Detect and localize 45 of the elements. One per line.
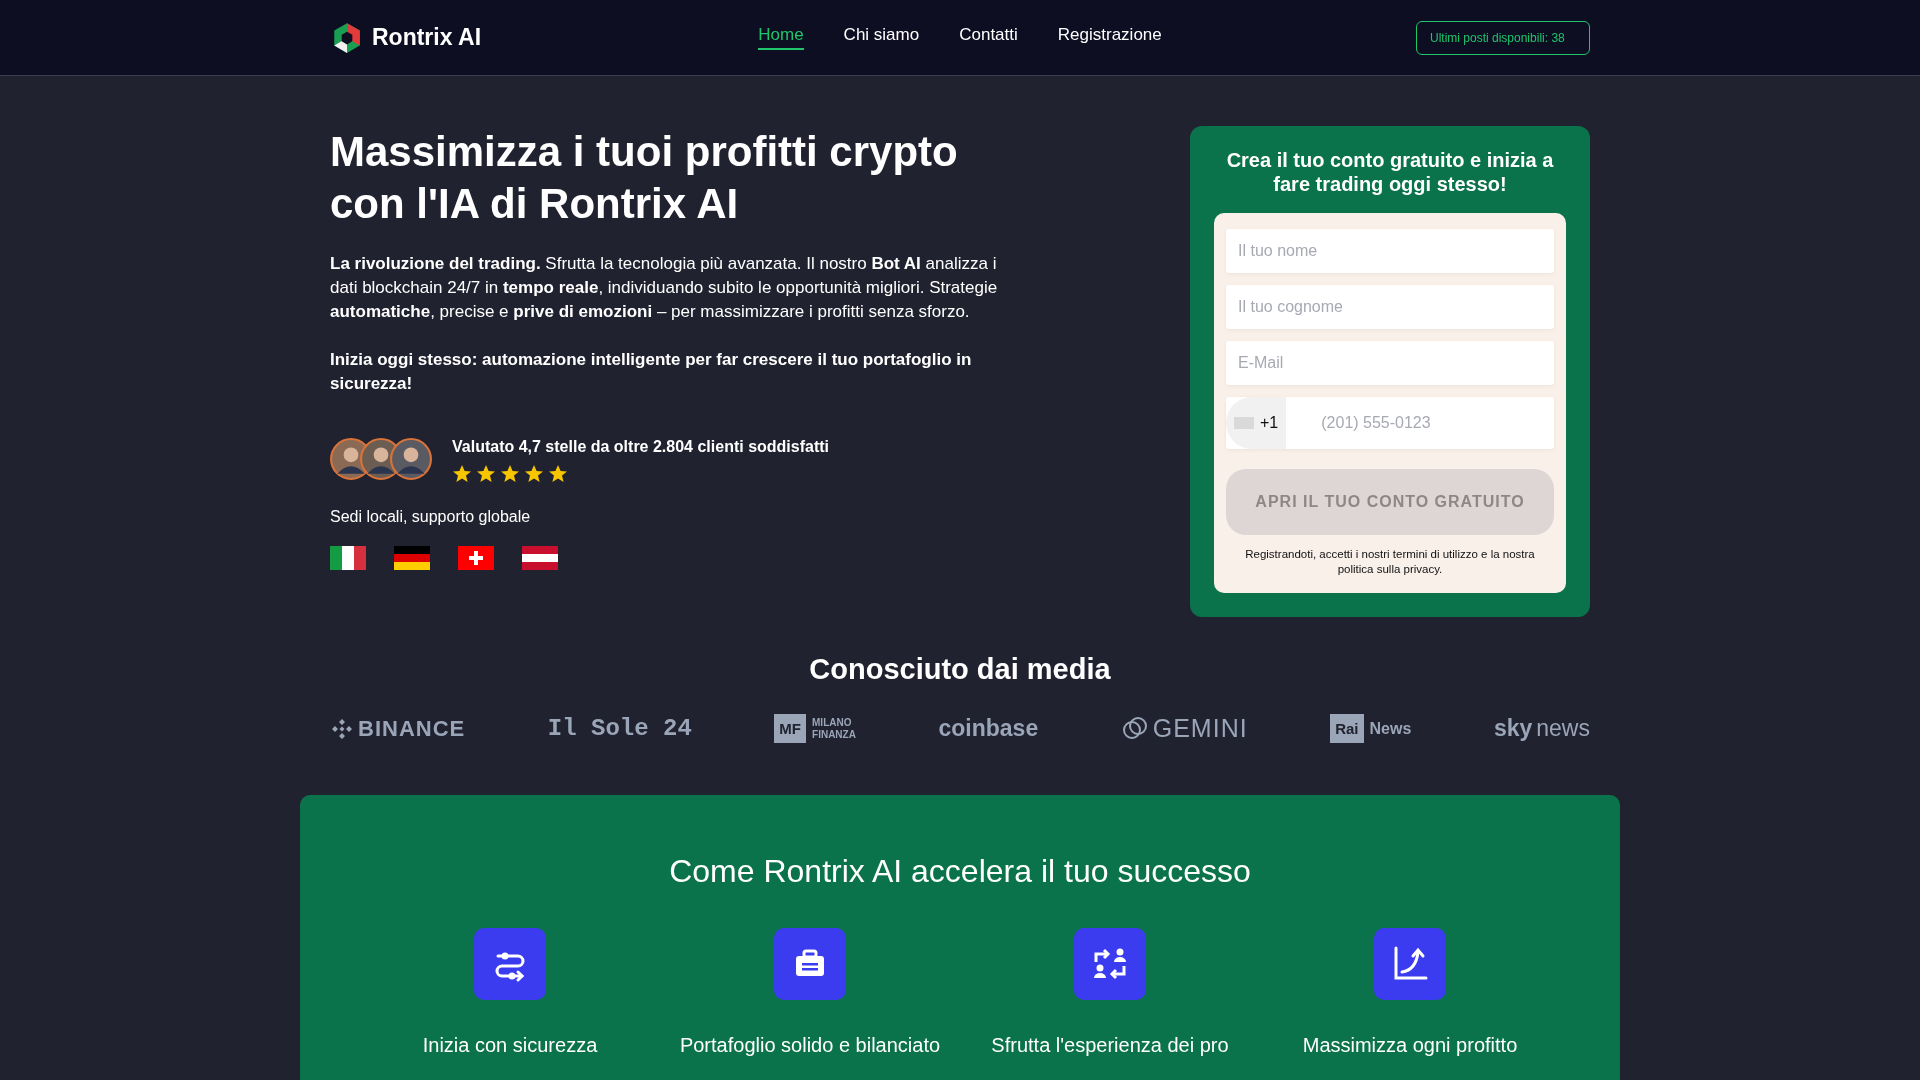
nav-link[interactable]: Home	[758, 25, 804, 50]
phone-field[interactable]: +1 (201) 555-0123	[1226, 397, 1554, 449]
text-field[interactable]: Il tuo nome	[1226, 229, 1554, 273]
star-icon	[548, 464, 568, 484]
star-icon	[476, 464, 496, 484]
legal-text: Registrandoti, accetti i nostri termini di utilizzo e la nostra politica sulla privacy.	[1244, 547, 1536, 577]
sliders-icon	[474, 928, 546, 1000]
nav-link[interactable]: Chi siamo	[843, 25, 920, 50]
text-field[interactable]: Il tuo cognome	[1226, 285, 1554, 329]
star-icon	[500, 464, 520, 484]
nav-link[interactable]: Registrazione	[1057, 25, 1162, 50]
feature-title: Portafoglio solido e bilanciato	[679, 1034, 941, 1057]
flag-icon	[458, 546, 494, 570]
flag-icon	[522, 546, 558, 570]
star-icon	[524, 464, 544, 484]
feature-title: Massimizza ogni profitto	[1302, 1034, 1518, 1057]
country-code-selector[interactable]: +1	[1226, 397, 1287, 449]
brand-name[interactable]: Rontrix AI	[372, 24, 482, 51]
hero-title: Massimizza i tuoi profitti crypto con l'IA di Rontrix AI	[330, 127, 959, 229]
media-logo: coinbase	[938, 715, 1039, 742]
offices-text: Sedi locali, supporto globale	[330, 508, 532, 526]
feature-title: Sfrutta l'esperienza dei pro	[991, 1034, 1229, 1057]
nav-link[interactable]: Contatti	[959, 25, 1018, 50]
section-title: Conosciuto dai media	[808, 653, 1112, 686]
growth-chart-icon	[1374, 928, 1446, 1000]
hero-call-to-action: Inizia oggi stesso: automazione intelligente per far crescere il tuo portafoglio in sicurezza!	[330, 349, 973, 395]
flag-icon	[330, 546, 366, 570]
hero-paragraph: La rivoluzione del trading. Sfrutta la tecnologia più avanzata. Il nostro Bot AI analizza i dati blockchain 24/7 in tempo reale, individuando subito le opportunità migliori. Strategie automatiche, precise e prive di emozioni – per massimizzare i profitti senza sforzo.	[330, 253, 999, 323]
avatar	[390, 438, 432, 480]
media-logo: Il Sole 24	[547, 715, 692, 742]
section-title: Come Rontrix AI accelera il tuo successo	[668, 853, 1252, 890]
rating-text: Valutato 4,7 stelle da oltre 2.804 clienti soddisfatti	[452, 438, 829, 456]
star-icon	[452, 464, 472, 484]
media-logo: Rai News	[1330, 714, 1412, 743]
people-exchange-icon	[1074, 928, 1146, 1000]
flag-icon	[394, 546, 430, 570]
media-logo: GEMINI	[1120, 714, 1248, 743]
media-logo: skynews	[1493, 715, 1590, 742]
media-logo: MF MILANO FINANZA	[774, 714, 856, 743]
feature-title: Inizia con sicurezza	[422, 1034, 598, 1057]
text-field[interactable]: E-Mail	[1226, 341, 1554, 385]
media-logo: BINANCE	[330, 715, 466, 742]
briefcase-icon	[774, 928, 846, 1000]
seats-badge: Ultimi posti disponibili: 38	[1416, 20, 1590, 55]
form-title: Crea il tuo conto gratuito e inizia a fare trading oggi stesso!	[1225, 148, 1555, 196]
